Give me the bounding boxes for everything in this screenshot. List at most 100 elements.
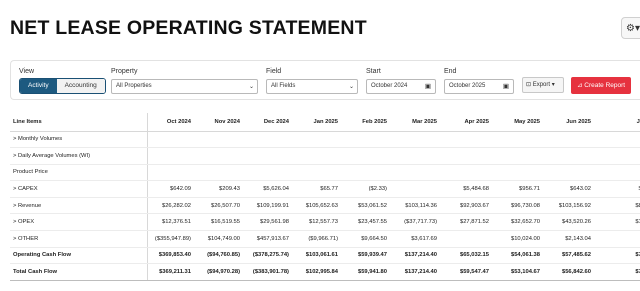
end-date-input[interactable]: October 2025 ▣ <box>444 79 514 94</box>
table-cell: ($2.33) <box>343 180 392 198</box>
settings-gear-icon[interactable]: ⚙▾ <box>621 17 640 39</box>
table-cell <box>343 147 392 165</box>
table-cell: $92,903.67 <box>442 197 494 215</box>
table-cell: $137,214.40 <box>392 263 442 281</box>
chart-icon: ⊿ <box>577 82 583 89</box>
table-cell: $103,114.36 <box>392 197 442 215</box>
view-activity-button[interactable]: Activity <box>20 79 57 93</box>
row-label: Total Cash Flow <box>10 263 148 281</box>
table-cell: $9,664.50 <box>343 230 392 248</box>
table-cell: $12,376.51 <box>147 213 196 232</box>
table-row: Product Price <box>10 164 640 182</box>
column-header-month: Oct 2024 <box>147 113 196 132</box>
export-button[interactable]: ⊡ Export ▾ <box>522 77 564 93</box>
table-cell <box>294 131 343 149</box>
table-cell: $3,617.69 <box>392 230 442 248</box>
table-cell: $59,941.80 <box>343 263 392 281</box>
row-label[interactable]: > Revenue <box>10 197 148 215</box>
table-cell: $14 <box>596 213 640 232</box>
table-cell: $86 <box>596 197 640 215</box>
chevron-down-icon: ⌄ <box>348 83 354 90</box>
table-cell: $26,282.02 <box>147 197 196 215</box>
view-accounting-button[interactable]: Accounting <box>56 79 105 93</box>
row-label[interactable]: > CAPEX <box>10 180 148 198</box>
table-cell: ($9,966.71) <box>294 230 343 248</box>
table-cell: ($378,275.74) <box>245 246 294 265</box>
table-cell <box>147 131 196 149</box>
table-cell: $457,913.67 <box>245 230 294 248</box>
table-cell: $102,995.84 <box>294 263 343 281</box>
table-cell: $137,214.40 <box>392 246 442 265</box>
field-select-value: All Fields <box>271 83 296 89</box>
chart-icon: ⊡ <box>526 82 532 88</box>
table-cell: $105,652.63 <box>294 197 343 215</box>
table-cell: $54,061.38 <box>494 246 545 265</box>
calendar-icon[interactable]: ▣ <box>425 80 431 93</box>
table-cell: $73 <box>596 263 640 281</box>
table-cell: $75 <box>596 246 640 265</box>
table-cell: $16,519.55 <box>196 213 245 232</box>
column-header-month: Mar 2025 <box>392 113 442 132</box>
field-select[interactable]: All Fields ⌄ <box>266 79 358 94</box>
row-label[interactable]: > Monthly Volumes <box>10 131 148 149</box>
row-label: Product Price <box>10 164 148 182</box>
table-cell: $56,842.60 <box>545 263 596 281</box>
table-cell: $65,032.15 <box>442 246 494 265</box>
table-cell <box>343 164 392 182</box>
start-label: Start <box>366 68 381 75</box>
property-select[interactable]: All Properties ⌄ <box>111 79 258 94</box>
end-label: End <box>444 68 457 75</box>
calendar-icon[interactable]: ▣ <box>503 80 509 93</box>
table-cell: $5,626.04 <box>245 180 294 198</box>
table-cell: $103,156.92 <box>545 197 596 215</box>
table-cell <box>245 147 294 165</box>
table-cell: $26,507.70 <box>196 197 245 215</box>
table-row[interactable]: > Monthly Volumes <box>10 131 640 149</box>
table-row[interactable]: > Revenue $26,282.02 $26,507.70 $109,199.91… <box>10 197 640 215</box>
table-cell <box>442 164 494 182</box>
table-row[interactable]: > CAPEX $642.09 $209.43 $5,626.04 $65.77 ($2.… <box>10 180 640 198</box>
table-cell <box>147 164 196 182</box>
table-cell: ($94,970.28) <box>196 263 245 281</box>
table-cell: $10,024.00 <box>494 230 545 248</box>
column-header-line-items: Line Items <box>10 113 148 132</box>
table-header-row: Line Items Oct 2024 Nov 2024 Dec 2024 Jan 20… <box>10 113 640 132</box>
table-cell <box>596 230 640 248</box>
column-header-month: May 2025 <box>494 113 545 132</box>
table-cell: $57,485.62 <box>545 246 596 265</box>
table-row[interactable]: > OTHER ($355,947.89) $104,749.00 $457,913.… <box>10 230 640 248</box>
view-label: View <box>19 68 35 75</box>
export-label: Export <box>532 82 551 88</box>
table-cell: $104,749.00 <box>196 230 245 248</box>
table-cell: $65.77 <box>294 180 343 198</box>
table-cell <box>245 164 294 182</box>
create-report-button[interactable]: ⊿ Create Report <box>571 77 631 94</box>
row-label[interactable]: > OTHER <box>10 230 148 248</box>
row-label[interactable]: > OPEX <box>10 213 148 232</box>
table-cell <box>596 147 640 165</box>
table-row[interactable]: > Daily Average Volumes (WI) <box>10 147 640 165</box>
table-row[interactable]: > OPEX $12,376.51 $16,519.55 $29,561.98 $12,… <box>10 213 640 232</box>
table-cell <box>196 147 245 165</box>
row-label[interactable]: > Daily Average Volumes (WI) <box>10 147 148 165</box>
table-cell <box>245 131 294 149</box>
property-label: Property <box>111 68 138 75</box>
table-cell <box>196 131 245 149</box>
table-cell <box>196 164 245 182</box>
column-header-month: Nov 2024 <box>196 113 245 132</box>
chevron-down-icon: ▾ <box>551 82 555 88</box>
table-cell <box>392 180 442 198</box>
table-cell: $12,557.73 <box>294 213 343 232</box>
column-header-month: Jan 2025 <box>294 113 343 132</box>
table-cell <box>442 147 494 165</box>
table-cell <box>147 147 196 165</box>
end-date-value: October 2025 <box>449 83 486 89</box>
start-date-input[interactable]: October 2024 ▣ <box>366 79 436 94</box>
table-cell <box>494 147 545 165</box>
table-cell <box>494 164 545 182</box>
table-cell <box>392 131 442 149</box>
table-cell <box>494 131 545 149</box>
table-body: > Monthly Volumes > Daily Average Volumes… <box>10 131 640 281</box>
table-cell <box>294 147 343 165</box>
table-cell: $109,199.91 <box>245 197 294 215</box>
